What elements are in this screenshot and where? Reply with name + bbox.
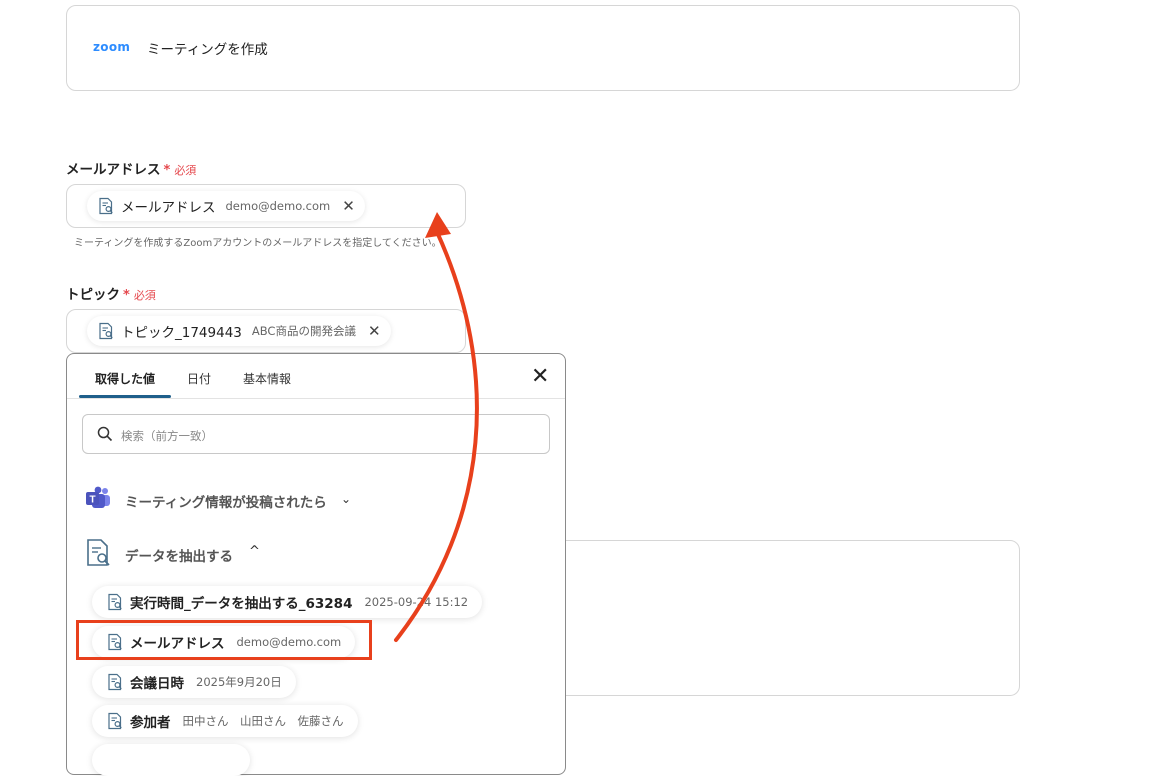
annotation-arrow	[394, 212, 479, 642]
